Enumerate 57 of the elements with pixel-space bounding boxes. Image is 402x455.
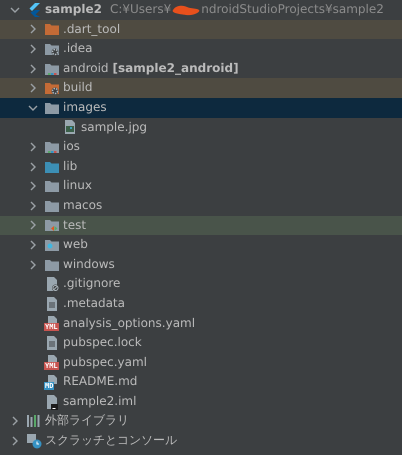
item-label: macos	[63, 196, 102, 214]
module-file-icon	[44, 394, 60, 410]
item-label: windows	[63, 256, 115, 273]
tree-row[interactable]: images	[0, 98, 402, 118]
text-file-icon	[44, 296, 60, 312]
test-folder-icon	[44, 217, 60, 234]
tree-row[interactable]: android [sample2_android]	[0, 58, 402, 78]
item-label: README.md	[63, 373, 138, 390]
libraries-icon	[26, 413, 42, 430]
item-label: .dart_tool	[63, 20, 120, 38]
tree-row[interactable]: macos	[0, 196, 402, 216]
folder-icon	[44, 21, 60, 38]
tree-row[interactable]: pubspec.lock	[0, 333, 402, 353]
item-label: sample2	[45, 1, 102, 18]
item-label: .metadata	[63, 294, 125, 312]
item-label: test	[63, 216, 86, 234]
tree-row[interactable]: スクラッチとコンソール	[0, 431, 402, 451]
tree-row[interactable]: windows	[0, 254, 402, 274]
item-label: images	[63, 98, 107, 116]
tree-row[interactable]: sample.jpg	[0, 118, 402, 138]
tree-row[interactable]: .idea	[0, 39, 402, 59]
tree-row[interactable]: 外部ライブラリ	[0, 411, 402, 432]
item-label: pubspec.yaml	[63, 354, 147, 371]
item-label: 外部ライブラリ	[45, 412, 129, 430]
item-label: build	[63, 79, 93, 96]
tree-row[interactable]: sample2.iml	[0, 392, 402, 412]
item-label: sample2.iml	[63, 392, 136, 410]
item-label: android	[63, 60, 109, 77]
gear-folder-icon	[44, 80, 60, 96]
folder-icon	[44, 178, 60, 194]
tree-row[interactable]: linux	[0, 176, 402, 196]
item-label: sample.jpg	[81, 118, 148, 136]
path-text: C:¥Users¥	[110, 1, 172, 18]
item-label: analysis_options.yaml	[63, 314, 196, 332]
path-text: ndroidStudioProjects¥sample2	[201, 1, 384, 18]
item-label: .gitignore	[63, 275, 120, 292]
image-file-icon	[62, 119, 78, 136]
scratch-clock-icon	[26, 432, 42, 449]
tree-row[interactable]: test	[0, 216, 402, 236]
item-label: .idea	[63, 40, 93, 58]
tree-row[interactable]: lib	[0, 156, 402, 176]
item-label: web	[63, 236, 88, 254]
item-label: スクラッチとコンソール	[45, 432, 177, 450]
item-label: ios	[63, 138, 80, 156]
tree-row[interactable]: .metadata	[0, 294, 402, 314]
tree-row[interactable]: .gitignore	[0, 274, 402, 294]
tree-row[interactable]: ios	[0, 137, 402, 157]
module-name: [sample2_android]	[112, 60, 239, 77]
tree-row[interactable]: .dart_tool	[0, 20, 402, 40]
item-label: linux	[63, 177, 92, 194]
tree-row[interactable]: sample2 C:¥Users¥ ndroidStudioProjects¥sample2	[0, 0, 402, 20]
tree-row[interactable]: web	[0, 235, 402, 255]
item-label: pubspec.lock	[63, 334, 142, 352]
ignore-file-icon	[44, 276, 60, 292]
item-label: lib	[63, 158, 78, 175]
tree-row[interactable]: build	[0, 78, 402, 98]
text-file-icon	[44, 334, 60, 351]
